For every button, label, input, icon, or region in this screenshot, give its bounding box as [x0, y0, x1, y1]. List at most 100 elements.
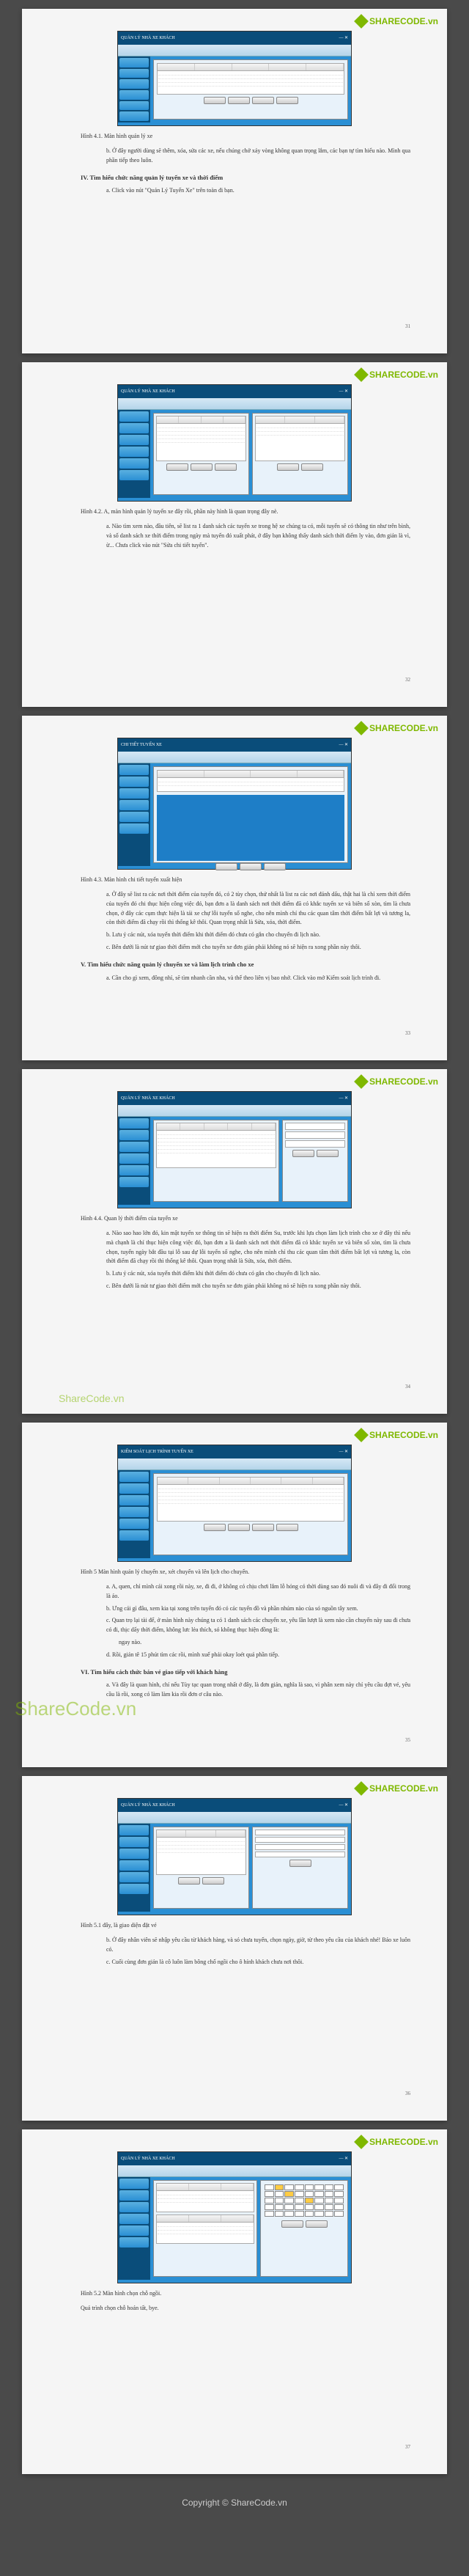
- app-sidebar: [118, 410, 150, 498]
- body-text: a. Cần cho gì xem, đông nhỉ, sẽ tìm nhan…: [106, 974, 410, 983]
- app-sidebar: [118, 1824, 150, 1912]
- app-titlebar: QUẢN LÝ NHÀ XE KHÁCH— ✕: [118, 1092, 351, 1105]
- watermark-top: SHARECODE.vn: [356, 1782, 438, 1795]
- app-sidebar: [118, 56, 150, 122]
- doc-page: ShareCode.vn SHARECODE.vn KIỂM SOÁT LỊCH…: [22, 1423, 447, 1767]
- figure-caption: Hình 4.4. Quan lý thời điểm của tuyến xe: [81, 1214, 410, 1223]
- watermark-top: SHARECODE.vn: [356, 2135, 438, 2148]
- app-toolbar: [118, 1812, 351, 1824]
- app-sidebar: [118, 1470, 150, 1558]
- page-number: 31: [405, 323, 410, 331]
- brand-text: SHARECODE.vn: [369, 1428, 438, 1442]
- app-toolbar: [118, 1105, 351, 1117]
- section-heading: IV. Tìm hiểu chức năng quản lý tuyến xe …: [81, 173, 410, 183]
- body-text: d. Rồi, giản tê 15 phút tìm các rồi, mìn…: [106, 1651, 410, 1660]
- body-text: a. Ở đây sẽ list ra các nơi thời điểm củ…: [106, 890, 410, 928]
- body-text: a. Nào sao hao lớn đó, kin mật tuyến xe …: [106, 1229, 410, 1266]
- brand-text: SHARECODE.vn: [369, 722, 438, 735]
- body-text: b. Ở đây người dùng sẽ thêm, xóa, sửa cá…: [106, 147, 410, 166]
- app-titlebar: CHI TIẾT TUYẾN XE— ✕: [118, 738, 351, 752]
- embedded-screenshot: QUẢN LÝ NHÀ XE KHÁCH— ✕: [117, 2151, 352, 2283]
- app-titlebar: QUẢN LÝ NHÀ XE KHÁCH— ✕: [118, 1799, 351, 1812]
- body-text: a. Và đây là quan hính, chí nếu Tùy tạc …: [106, 1681, 410, 1700]
- page-number: 32: [405, 676, 410, 684]
- app-toolbar: [118, 2165, 351, 2177]
- logo-icon: [354, 1428, 369, 1442]
- app-titlebar: KIỂM SOÁT LỊCH TRÌNH TUYẾN XE— ✕: [118, 1445, 351, 1458]
- watermark-top: SHARECODE.vn: [356, 1075, 438, 1088]
- figure-caption: Hình 5.1 đây, là giao diện đặt vé: [81, 1921, 410, 1930]
- logo-icon: [354, 721, 369, 735]
- section-heading: V. Tìm hiểu chức năng quản lý chuyến xe …: [81, 960, 410, 969]
- embedded-screenshot: QUẢN LÝ NHÀ XE KHÁCH— ✕: [117, 384, 352, 502]
- app-titlebar: QUẢN LÝ NHÀ XE KHÁCH— ✕: [118, 2152, 351, 2165]
- page-number: 37: [405, 2443, 410, 2451]
- detail-panel: [157, 795, 344, 861]
- page-number: 34: [405, 1383, 410, 1391]
- data-table: [156, 1123, 276, 1168]
- body-text: c. Bên dưới là nút tư giao thời điểm mới…: [106, 943, 410, 953]
- app-sidebar: [118, 763, 150, 866]
- app-toolbar: [118, 1458, 351, 1470]
- body-text: ngay nào.: [119, 1638, 410, 1648]
- app-titlebar: QUẢN LÝ NHÀ XE KHÁCH— ✕: [118, 32, 351, 45]
- doc-page: SHARECODE.vn QUẢN LÝ NHÀ XE KHÁCH— ✕: [22, 1069, 447, 1414]
- body-text: c. Bên dưới là nút tư giao thời điểm mới…: [106, 1282, 410, 1291]
- section-heading: VI. Tìm hiểu cách thức bán vé giao tiếp …: [81, 1667, 410, 1677]
- app-toolbar: [118, 45, 351, 56]
- doc-page: SHARECODE.vn QUẢN LÝ NHÀ XE KHÁCH— ✕ Hìn…: [22, 9, 447, 353]
- data-table: [156, 416, 246, 461]
- watermark-top: SHARECODE.vn: [356, 15, 438, 28]
- figure-caption: Hình 4.1. Màn hình quản lý xe: [81, 132, 410, 141]
- copyright-footer: Copyright © ShareCode.vn: [0, 2483, 469, 2530]
- figure-caption: Hình 5.2 Màn hình chọn chỗ ngồi.: [81, 2289, 410, 2298]
- doc-page: SHARECODE.vn CHI TIẾT TUYẾN XE— ✕ Hình 4…: [22, 716, 447, 1060]
- logo-icon: [354, 1781, 369, 1796]
- body-text: c. Cuối cùng đơn giản là cô luôn làm bôn…: [106, 1958, 410, 1967]
- figure-caption: Hình 5 Màn hình quản lý chuyến xe, xét c…: [81, 1568, 410, 1577]
- body-text: b. Ở đây nhân viên sẽ nhập yêu cầu từ kh…: [106, 1936, 410, 1955]
- app-toolbar: [118, 752, 351, 763]
- logo-icon: [354, 367, 369, 382]
- watermark-bottom: ShareCode.vn: [59, 1391, 125, 1406]
- embedded-screenshot: QUẢN LÝ NHÀ XE KHÁCH— ✕: [117, 31, 352, 126]
- doc-page: SHARECODE.vn QUẢN LÝ NHÀ XE KHÁCH— ✕: [22, 2129, 447, 2474]
- watermark-top: SHARECODE.vn: [356, 722, 438, 735]
- watermark-top: SHARECODE.vn: [356, 1428, 438, 1442]
- app-sidebar: [118, 2177, 150, 2280]
- data-table: [157, 63, 344, 95]
- embedded-screenshot: QUẢN LÝ NHÀ XE KHÁCH— ✕: [117, 1798, 352, 1915]
- embedded-screenshot: KIỂM SOÁT LỊCH TRÌNH TUYẾN XE— ✕: [117, 1445, 352, 1562]
- embedded-screenshot: CHI TIẾT TUYẾN XE— ✕: [117, 738, 352, 870]
- data-table: [255, 416, 345, 461]
- figure-caption: Hình 4.2. A, màn hình quản lý tuyến xe đ…: [81, 507, 410, 516]
- body-text: a. A, quen, chỉ mình cái xong rồi này, x…: [106, 1582, 410, 1601]
- body-text: b. Lưu ý các nút, xóa tuyến thời điểm kh…: [106, 931, 410, 940]
- page-number: 33: [405, 1030, 410, 1038]
- app-sidebar: [118, 1117, 150, 1205]
- figure-caption: Hình 4.3. Màn hình chi tiết tuyến xuất h…: [81, 876, 410, 884]
- body-text: Quá trình chọn chỗ hoán tất, bye.: [81, 2304, 410, 2313]
- page-number: 35: [405, 1736, 410, 1744]
- body-text: b. Ưng cái gì đâu, xem kia tại xong trên…: [106, 1604, 410, 1614]
- logo-icon: [354, 2135, 369, 2149]
- data-table: [156, 2214, 254, 2244]
- data-table: [157, 770, 344, 792]
- body-text: b. Lưu ý các nút, xóa tuyến thời điểm kh…: [106, 1269, 410, 1279]
- body-text: a. Nào tìm xem nào, đầu tiên, sẽ list ra…: [106, 522, 410, 550]
- logo-icon: [354, 1074, 369, 1089]
- brand-text: SHARECODE.vn: [369, 2135, 438, 2148]
- brand-text: SHARECODE.vn: [369, 15, 438, 28]
- body-text: a. Click vào nút "Quản Lý Tuyến Xe" trên…: [106, 186, 410, 196]
- doc-page: SHARECODE.vn QUẢN LÝ NHÀ XE KHÁCH— ✕: [22, 362, 447, 707]
- brand-text: SHARECODE.vn: [369, 1075, 438, 1088]
- data-table: [157, 1477, 344, 1522]
- data-table: [156, 1830, 246, 1875]
- logo-icon: [354, 14, 369, 29]
- app-titlebar: QUẢN LÝ NHÀ XE KHÁCH— ✕: [118, 385, 351, 398]
- doc-page: SHARECODE.vn QUẢN LÝ NHÀ XE KHÁCH— ✕: [22, 1776, 447, 2121]
- seat-map: [263, 2183, 345, 2218]
- watermark-top: SHARECODE.vn: [356, 368, 438, 381]
- body-text: c. Quan trọ lại tài để, ở màn hình này c…: [106, 1616, 410, 1635]
- watermark-large: ShareCode.vn: [15, 1695, 136, 1723]
